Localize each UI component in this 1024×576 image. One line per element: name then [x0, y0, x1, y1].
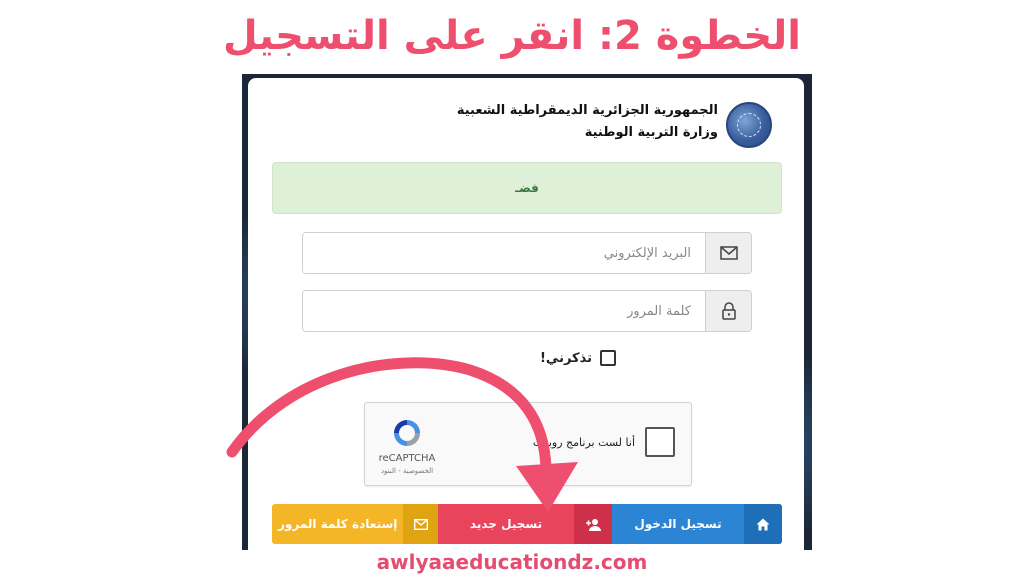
remember-checkbox[interactable]: [600, 350, 616, 366]
screenshot-stage: الخطوة 2: انقر على التسجيل الجمهورية الج…: [0, 0, 1024, 576]
ministry-seal-icon: [726, 102, 772, 148]
remember-label: تذكرني!: [540, 350, 592, 366]
home-icon: [744, 504, 782, 544]
login-button[interactable]: تسجيل الدخول: [612, 504, 782, 544]
recaptcha-icon: [394, 420, 420, 446]
status-alert: فضـ: [272, 162, 782, 214]
recaptcha-text: أنا لست برنامج روبوت: [532, 436, 635, 449]
password-input[interactable]: [303, 291, 705, 331]
lock-icon: [705, 291, 751, 331]
email-input[interactable]: [303, 233, 705, 273]
email-field-group: [302, 232, 752, 274]
reset-password-button[interactable]: إستعادة كلمة المرور: [272, 504, 438, 544]
footer-website: awlyaaeducationdz.com: [376, 550, 648, 574]
ministry-line-1: الجمهورية الجزائرية الديمقراطية الشعبية: [456, 103, 718, 118]
register-label: تسجيل جديد: [469, 517, 543, 531]
recaptcha-brand: reCAPTCHA: [378, 453, 436, 464]
user-plus-icon: [574, 504, 612, 544]
login-card: الجمهورية الجزائرية الديمقراطية الشعبية …: [248, 78, 804, 550]
register-button[interactable]: تسجيل جديد: [438, 504, 612, 544]
step-heading: الخطوة 2: انقر على التسجيل: [223, 13, 801, 59]
envelope-icon: [403, 504, 438, 544]
ministry-line-2: وزارة التربية الوطنية: [584, 125, 718, 140]
action-buttons: إستعادة كلمة المرور تسجيل جديد تسجيل الد…: [272, 504, 782, 544]
ministry-header: الجمهورية الجزائرية الديمقراطية الشعبية …: [457, 100, 718, 144]
seal-ring: [737, 113, 761, 137]
recaptcha-links[interactable]: الخصوصية - البنود: [377, 467, 437, 475]
password-field-group: [302, 290, 752, 332]
login-label: تسجيل الدخول: [634, 517, 722, 531]
recaptcha-widget: أنا لست برنامج روبوت reCAPTCHA الخصوصية …: [364, 402, 692, 486]
reset-password-label: إستعادة كلمة المرور: [278, 517, 398, 531]
envelope-icon: [705, 233, 751, 273]
remember-me[interactable]: تذكرني!: [540, 350, 616, 366]
recaptcha-checkbox[interactable]: [645, 427, 675, 457]
